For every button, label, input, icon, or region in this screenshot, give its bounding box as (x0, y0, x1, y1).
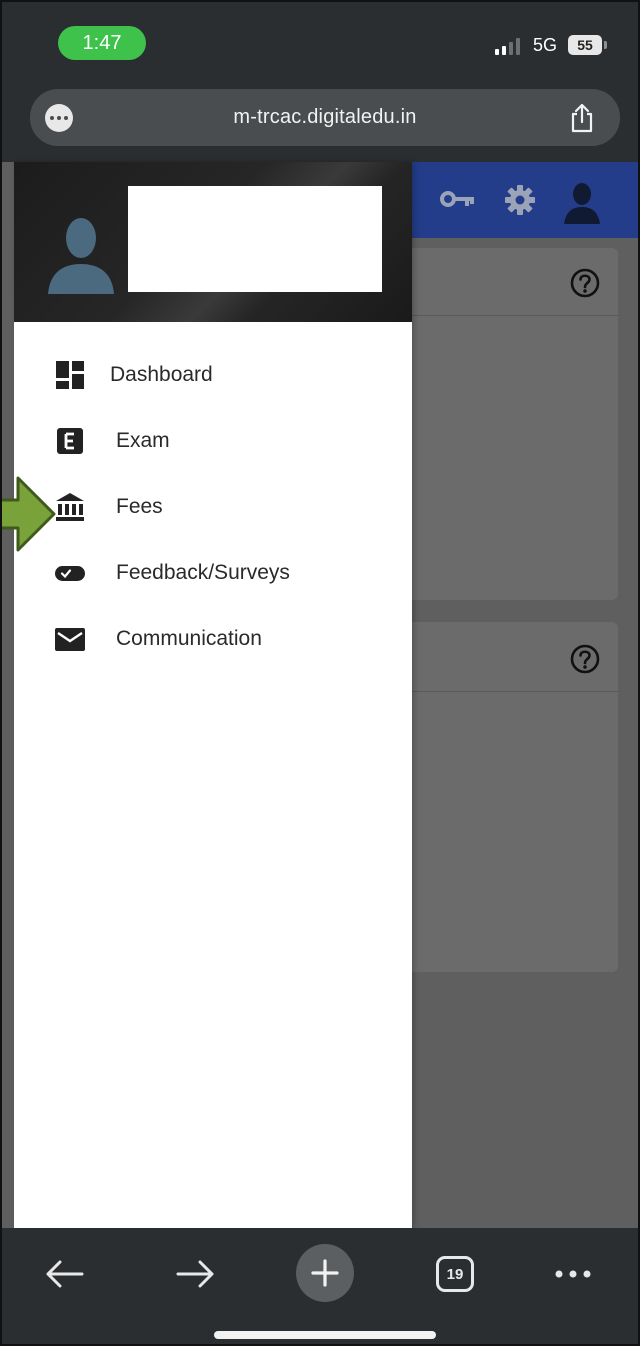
menu-item-dashboard[interactable]: Dashboard (14, 342, 412, 408)
drawer-profile-header (14, 162, 412, 322)
card-header (412, 622, 618, 692)
back-button[interactable] (42, 1248, 86, 1300)
menu-item-exam[interactable]: Exam (14, 408, 412, 474)
menu-label: Dashboard (110, 363, 213, 386)
gear-icon[interactable] (504, 184, 536, 216)
avatar (48, 218, 114, 294)
card-header (412, 248, 618, 316)
browser-toolbar: 19 (2, 1228, 638, 1344)
annotation-arrow (2, 476, 56, 552)
address-bar[interactable]: m-trcac.digitaledu.in (30, 89, 620, 146)
tabs-button[interactable]: 19 (436, 1256, 474, 1292)
bank-icon (56, 493, 84, 521)
signal-icon (495, 38, 520, 55)
tab-count: 19 (446, 1265, 464, 1283)
menu-label: Feedback/Surveys (116, 561, 290, 584)
more-dots-icon (555, 1270, 591, 1278)
feedback-toggle-icon (55, 566, 85, 581)
menu-label: Fees (116, 495, 163, 518)
app-header (412, 162, 638, 238)
forward-button[interactable] (174, 1248, 218, 1300)
menu-item-fees[interactable]: Fees (14, 474, 412, 540)
navigation-drawer: Dashboard Exam Fees Feedback/Surveys Com… (14, 162, 412, 1228)
help-circle-icon[interactable] (570, 268, 600, 298)
time-pill: 1:47 (58, 26, 146, 60)
more-button[interactable] (550, 1248, 596, 1300)
menu-item-feedback-surveys[interactable]: Feedback/Surveys (14, 540, 412, 606)
arrow-right-icon (176, 1260, 214, 1288)
battery-cap (604, 41, 607, 49)
url-text[interactable]: m-trcac.digitaledu.in (30, 106, 620, 129)
arrow-left-icon (46, 1260, 84, 1288)
screen: 1:47 5G 55 m-trcac.digitaledu.in Dashboa… (0, 0, 640, 1346)
network-type: 5G (533, 35, 558, 55)
dashboard-icon (56, 361, 84, 389)
card-2 (412, 622, 618, 972)
profile-name-redacted (128, 186, 382, 292)
exam-icon (57, 428, 83, 454)
help-circle-icon[interactable] (570, 644, 600, 674)
mail-icon (55, 628, 85, 651)
battery-icon: 55 (568, 35, 602, 55)
key-icon[interactable] (440, 190, 476, 208)
battery-level: 55 (577, 37, 593, 53)
home-indicator[interactable] (214, 1331, 436, 1339)
plus-icon (311, 1259, 339, 1287)
card-1 (412, 248, 618, 600)
menu-label: Exam (116, 429, 170, 452)
menu-label: Communication (116, 627, 262, 650)
menu-item-communication[interactable]: Communication (14, 606, 412, 672)
new-tab-button[interactable] (296, 1244, 354, 1302)
status-bar: 1:47 5G 55 (2, 2, 638, 82)
drawer-menu: Dashboard Exam Fees Feedback/Surveys Com… (14, 342, 412, 672)
status-time: 1:47 (82, 31, 122, 54)
user-icon[interactable] (562, 180, 602, 224)
share-icon[interactable] (568, 102, 596, 134)
